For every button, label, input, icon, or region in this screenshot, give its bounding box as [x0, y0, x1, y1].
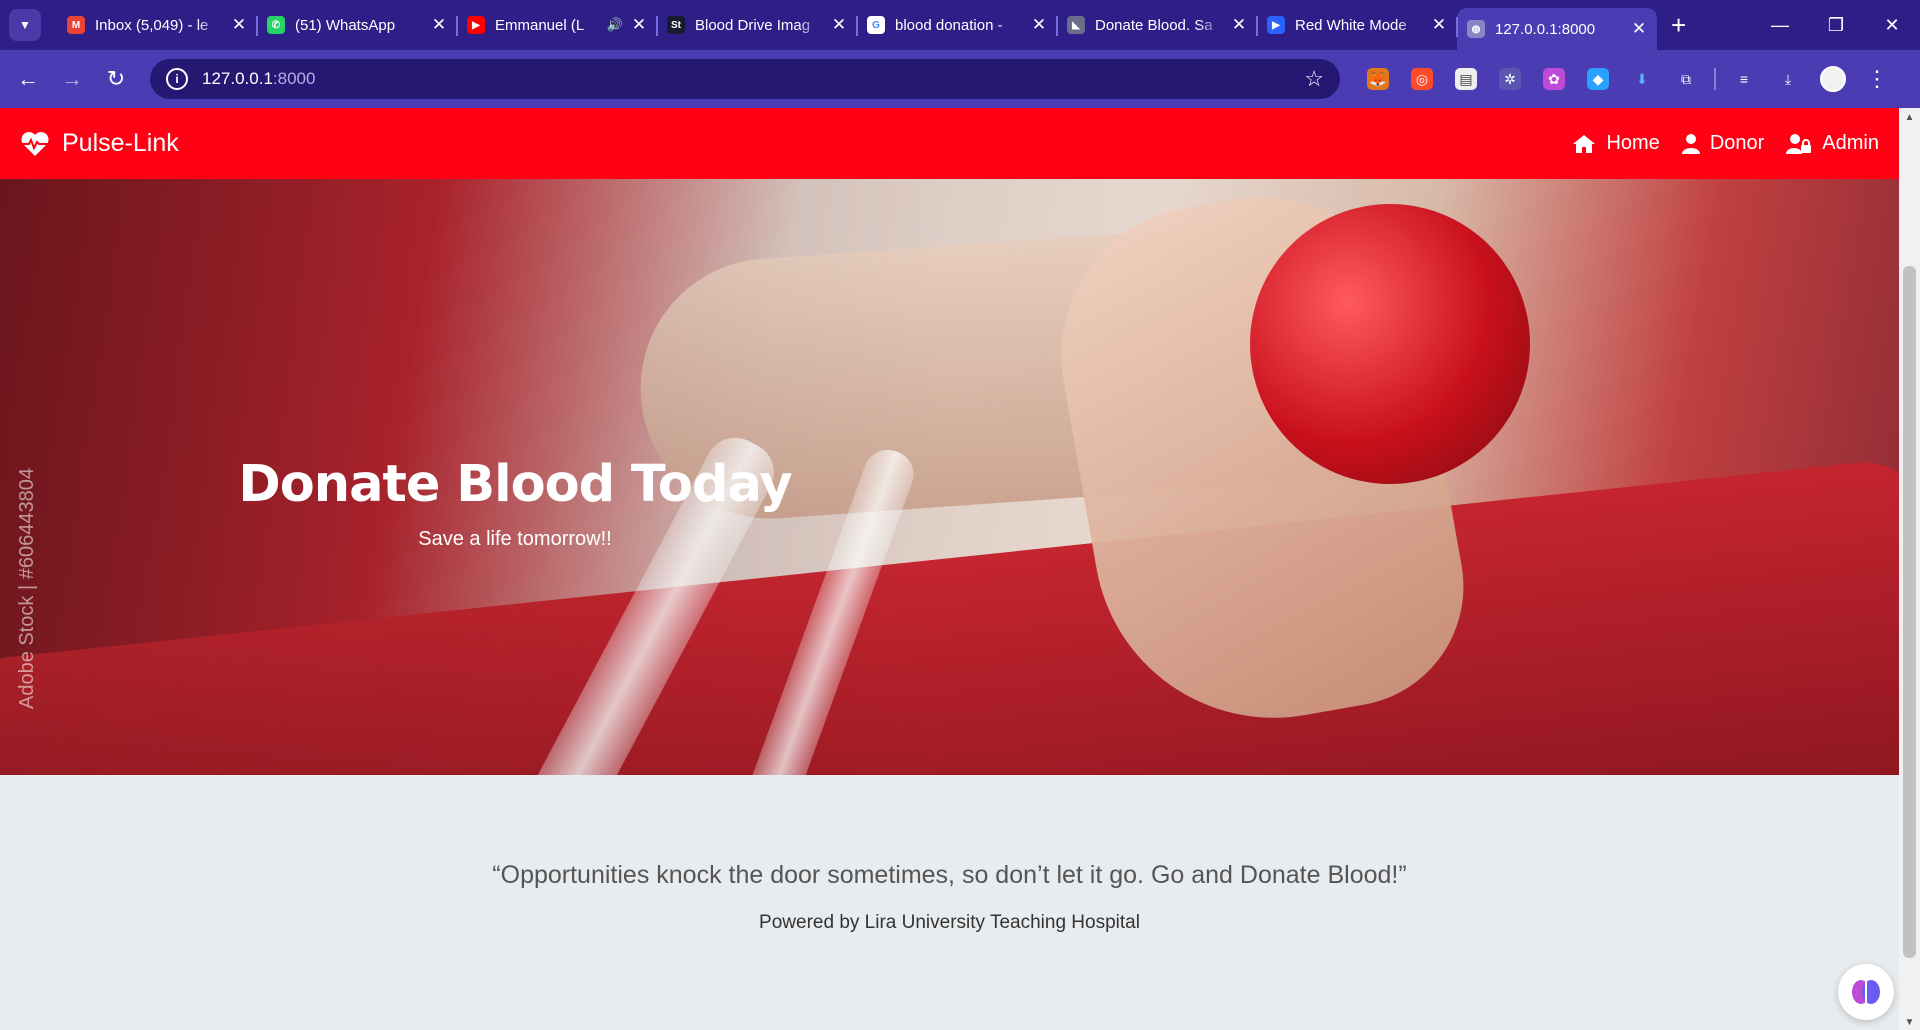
nav-home-link[interactable]: Home [1572, 132, 1660, 155]
extensions-area: 🦊 ◎ ▤ ✲ ✿ ◆ ⬇ ⧉ ≡ ⤓ ⋮ [1356, 50, 1898, 108]
restore-button[interactable]: ❐ [1808, 15, 1864, 36]
user-icon [1681, 133, 1700, 154]
gmail-icon: M [67, 16, 85, 34]
tab-strip: ▼ M Inbox (5,049) - le ✕ ✆ (51) WhatsApp ✕ ▶ Em… [0, 0, 1920, 50]
diamond-extension-icon[interactable]: ◆ [1587, 68, 1609, 90]
browser-menu-icon[interactable]: ⋮ [1866, 66, 1888, 92]
metamask-extension-icon[interactable]: 🦊 [1367, 68, 1389, 90]
audio-playing-icon[interactable]: 🔊 [607, 17, 623, 33]
tab-title: (51) WhatsApp [295, 16, 396, 34]
nav-home-label: Home [1606, 132, 1660, 154]
downloads-icon[interactable]: ⤓ [1777, 68, 1799, 90]
tab-close-icon[interactable]: ✕ [1431, 15, 1447, 35]
document-extension-icon[interactable]: ▤ [1455, 68, 1477, 90]
browser-tab[interactable]: ◍ 127.0.0.1:8000 ✕ [1456, 8, 1657, 50]
tab-search-button[interactable]: ▼ [9, 9, 41, 41]
tab-close-icon[interactable]: ✕ [431, 15, 447, 35]
hero-subtitle: Save a life tomorrow!! [418, 528, 612, 550]
toolbar-divider [1714, 68, 1716, 90]
browser-tab[interactable]: ✆ (51) WhatsApp ✕ [256, 7, 457, 43]
url-host: 127.0.0.1 [202, 69, 273, 88]
web-page: Pulse-Link Home Donor Admin Adobe Stock … [0, 108, 1899, 1030]
google-icon: G [867, 16, 885, 34]
back-button[interactable]: ← [6, 66, 50, 92]
window-controls: — ❐ ✕ [1752, 0, 1920, 50]
youtube-icon: ▶ [467, 16, 485, 34]
tab-list: M Inbox (5,049) - le ✕ ✆ (51) WhatsApp ✕ ▶ Emma… [57, 0, 1657, 50]
new-tab-button[interactable]: + [1671, 10, 1686, 41]
user-lock-icon [1786, 133, 1812, 154]
browser-tab[interactable]: Gblood donation - ✕ [856, 7, 1057, 43]
bookmark-star-icon[interactable]: ☆ [1304, 66, 1324, 92]
tab-close-icon[interactable]: ✕ [1631, 19, 1647, 39]
tab-close-icon[interactable]: ✕ [231, 15, 247, 35]
tab-title: Blood Drive Imag [695, 16, 811, 34]
whatsapp-icon: ✆ [267, 16, 285, 34]
assistant-brain-button[interactable] [1838, 964, 1894, 1020]
tab-title: 127.0.0.1:8000 [1495, 20, 1596, 38]
chevron-down-icon: ▼ [19, 18, 31, 32]
minimize-button[interactable]: — [1752, 15, 1808, 36]
quote-text: “Opportunities knock the door sometimes,… [492, 861, 1407, 889]
site-info-icon[interactable]: i [166, 68, 188, 90]
browser-tab[interactable]: ▶ Red White Mode ✕ [1256, 7, 1457, 43]
nav-links: Home Donor Admin [1550, 132, 1879, 155]
browser-tab[interactable]: ◣ Donate Blood. Sa ✕ [1056, 7, 1257, 43]
window-close-button[interactable]: ✕ [1864, 15, 1920, 36]
url-port: :8000 [272, 69, 316, 88]
video-icon: ▶ [1267, 16, 1285, 34]
quote-section: “Opportunities knock the door sometimes,… [0, 775, 1899, 934]
record-extension-icon[interactable]: ◎ [1411, 68, 1433, 90]
nav-admin-label: Admin [1822, 132, 1879, 154]
scrollbar-thumb[interactable] [1903, 266, 1916, 958]
browser-tab[interactable]: ▶ Emmanuel (L 🔊 ✕ [456, 7, 657, 43]
heartbeat-icon [21, 131, 49, 156]
forward-button[interactable]: → [50, 66, 94, 92]
hero-text: Donate Blood Today Save a life tomorrow!… [0, 455, 1030, 551]
brain-icon [1852, 980, 1880, 1004]
download-arrow-extension-icon[interactable]: ⬇ [1631, 68, 1653, 90]
powered-by-text: Powered by Lira University Teaching Hosp… [759, 912, 1140, 933]
hero-banner: Adobe Stock | #606443804 Donate Blood To… [0, 179, 1899, 775]
brain-extension-icon[interactable]: ✿ [1543, 68, 1565, 90]
browser-tab[interactable]: M Inbox (5,049) - le ✕ [57, 7, 257, 43]
nav-donor-link[interactable]: Donor [1681, 132, 1765, 155]
profile-avatar[interactable] [1820, 66, 1846, 92]
page-scrollbar[interactable]: ▲ ▼ [1899, 108, 1920, 1030]
nav-admin-link[interactable]: Admin [1786, 132, 1879, 155]
tab-title: Emmanuel (L [495, 16, 585, 34]
home-icon [1573, 134, 1596, 153]
media-control-icon[interactable]: ≡ [1733, 68, 1755, 90]
address-bar[interactable]: i 127.0.0.1:8000 ☆ [150, 59, 1340, 99]
site-navbar: Pulse-Link Home Donor Admin [0, 108, 1899, 179]
hero-title: Donate Blood Today [238, 455, 792, 514]
globe-icon: ◍ [1467, 20, 1485, 38]
brand-name: Pulse-Link [62, 129, 179, 157]
tab-close-icon[interactable]: ✕ [1231, 15, 1247, 35]
adobe-icon: ◣ [1067, 16, 1085, 34]
scroll-down-arrow-icon[interactable]: ▼ [1899, 1017, 1920, 1028]
brand-link[interactable]: Pulse-Link [20, 129, 179, 158]
browser-tab[interactable]: St Blood Drive Imag ✕ [656, 7, 857, 43]
gear-extension-icon[interactable]: ✲ [1499, 68, 1521, 90]
tab-close-icon[interactable]: ✕ [831, 15, 847, 35]
tab-close-icon[interactable]: ✕ [631, 15, 647, 35]
tab-title: blood donation - [895, 16, 1003, 34]
reload-button[interactable]: ↻ [94, 66, 138, 92]
tab-title: Inbox (5,049) - le [95, 16, 209, 34]
scroll-up-arrow-icon[interactable]: ▲ [1899, 112, 1920, 123]
tab-title: Donate Blood. Sa [1095, 16, 1213, 34]
nav-donor-label: Donor [1709, 132, 1765, 154]
tab-title: Red White Mode [1295, 16, 1407, 34]
browser-toolbar: ← → ↻ i 127.0.0.1:8000 ☆ 🦊 ◎ ▤ ✲ ✿ ◆ ⬇ ⧉… [0, 50, 1920, 108]
puzzle-extensions-icon[interactable]: ⧉ [1675, 68, 1697, 90]
stock-icon: St [667, 16, 685, 34]
tab-close-icon[interactable]: ✕ [1031, 15, 1047, 35]
